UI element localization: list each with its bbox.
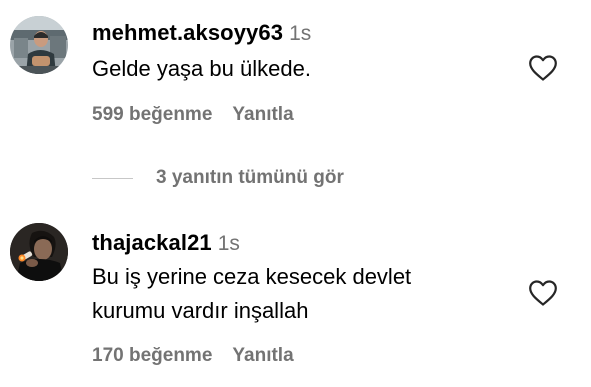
comment-text-line: Gelde yaşa bu ülkede.	[92, 56, 311, 81]
heart-outline-icon	[529, 55, 557, 81]
comment-text-line: kurumu vardır inşallah	[92, 298, 309, 323]
comment-text: Gelde yaşa bu ülkede.	[92, 52, 311, 86]
comment-timestamp: 1s	[217, 232, 240, 255]
comment-text: Bu iş yerine ceza kesecek devlet kurumu …	[92, 260, 411, 328]
avatar-photo-icon	[10, 223, 68, 281]
like-count[interactable]: 170 beğenme	[92, 345, 212, 366]
comment-item: thajackal21 1s Bu iş yerine ceza kesecek …	[0, 210, 591, 387]
comment-timestamp: 1s	[289, 22, 312, 45]
like-button[interactable]	[528, 54, 558, 82]
username-link[interactable]: mehmet.aksoyy63	[92, 20, 283, 45]
like-button[interactable]	[528, 279, 558, 307]
comment-meta: 170 beğenme Yanıtla	[92, 345, 294, 367]
user-avatar[interactable]	[10, 223, 68, 281]
replies-divider	[92, 177, 133, 179]
comment-header: thajackal21 1s	[92, 230, 240, 256]
reply-button[interactable]: Yanıtla	[232, 104, 293, 125]
heart-outline-icon	[529, 280, 557, 306]
comment-item: mehmet.aksoyy63 1s Gelde yaşa bu ülkede. …	[0, 0, 591, 150]
comment-header: mehmet.aksoyy63 1s	[92, 20, 311, 46]
reply-button[interactable]: Yanıtla	[232, 345, 293, 366]
comment-meta: 599 beğenme Yanıtla	[92, 104, 294, 126]
view-replies-label: 3 yanıtın tümünü gör	[156, 167, 344, 188]
user-avatar[interactable]	[10, 16, 68, 74]
comment-text-line: Bu iş yerine ceza kesecek devlet	[92, 264, 412, 289]
avatar-photo-icon	[10, 16, 68, 74]
like-count[interactable]: 599 beğenme	[92, 104, 212, 125]
view-replies-button[interactable]: 3 yanıtın tümünü gör	[92, 164, 344, 192]
username-link[interactable]: thajackal21	[92, 230, 212, 255]
